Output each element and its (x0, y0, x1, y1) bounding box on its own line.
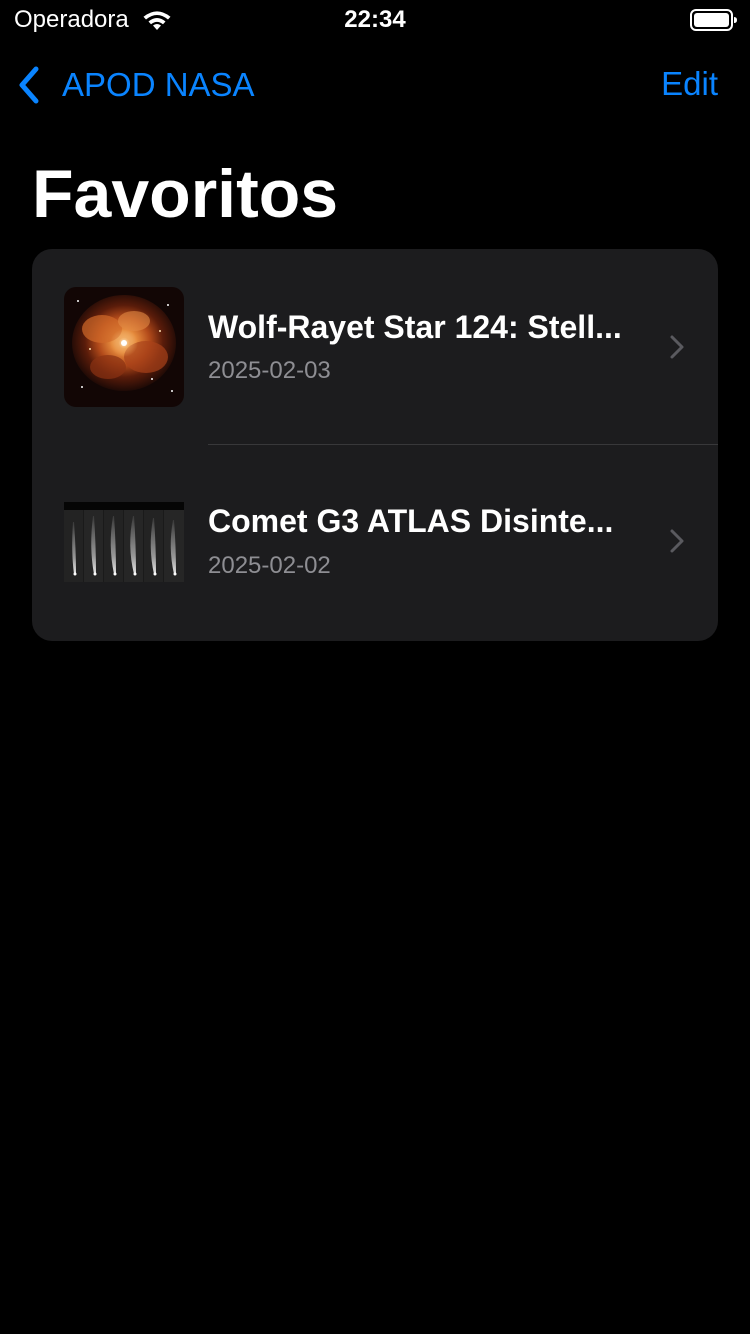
list-item[interactable]: Wolf-Rayet Star 124: Stell... 2025-02-03 (32, 249, 718, 445)
back-button[interactable]: APOD NASA (14, 60, 255, 110)
page-title: Favoritos (32, 156, 339, 232)
list-item[interactable]: Comet G3 ATLAS Disinte... 2025-02-02 (32, 445, 718, 641)
favorites-list: Wolf-Rayet Star 124: Stell... 2025-02-03 (32, 249, 718, 641)
chevron-left-icon (19, 66, 39, 104)
clock: 22:34 (344, 6, 406, 33)
chevron-right-icon (670, 529, 684, 553)
item-title: Comet G3 ATLAS Disinte... (208, 503, 614, 539)
comet-sequence-thumbnail (64, 502, 184, 582)
battery-icon (690, 9, 737, 31)
chevron-right-icon (670, 335, 684, 359)
edit-button[interactable]: Edit (661, 64, 718, 104)
item-date: 2025-02-03 (208, 357, 331, 384)
item-title: Wolf-Rayet Star 124: Stell... (208, 309, 622, 345)
status-bar: Operadora 22:34 (0, 0, 750, 40)
item-date: 2025-02-02 (208, 552, 331, 579)
navigation-bar: APOD NASA Edit (0, 40, 750, 130)
back-button-label: APOD NASA (62, 66, 255, 103)
nebula-thumbnail (64, 287, 184, 407)
